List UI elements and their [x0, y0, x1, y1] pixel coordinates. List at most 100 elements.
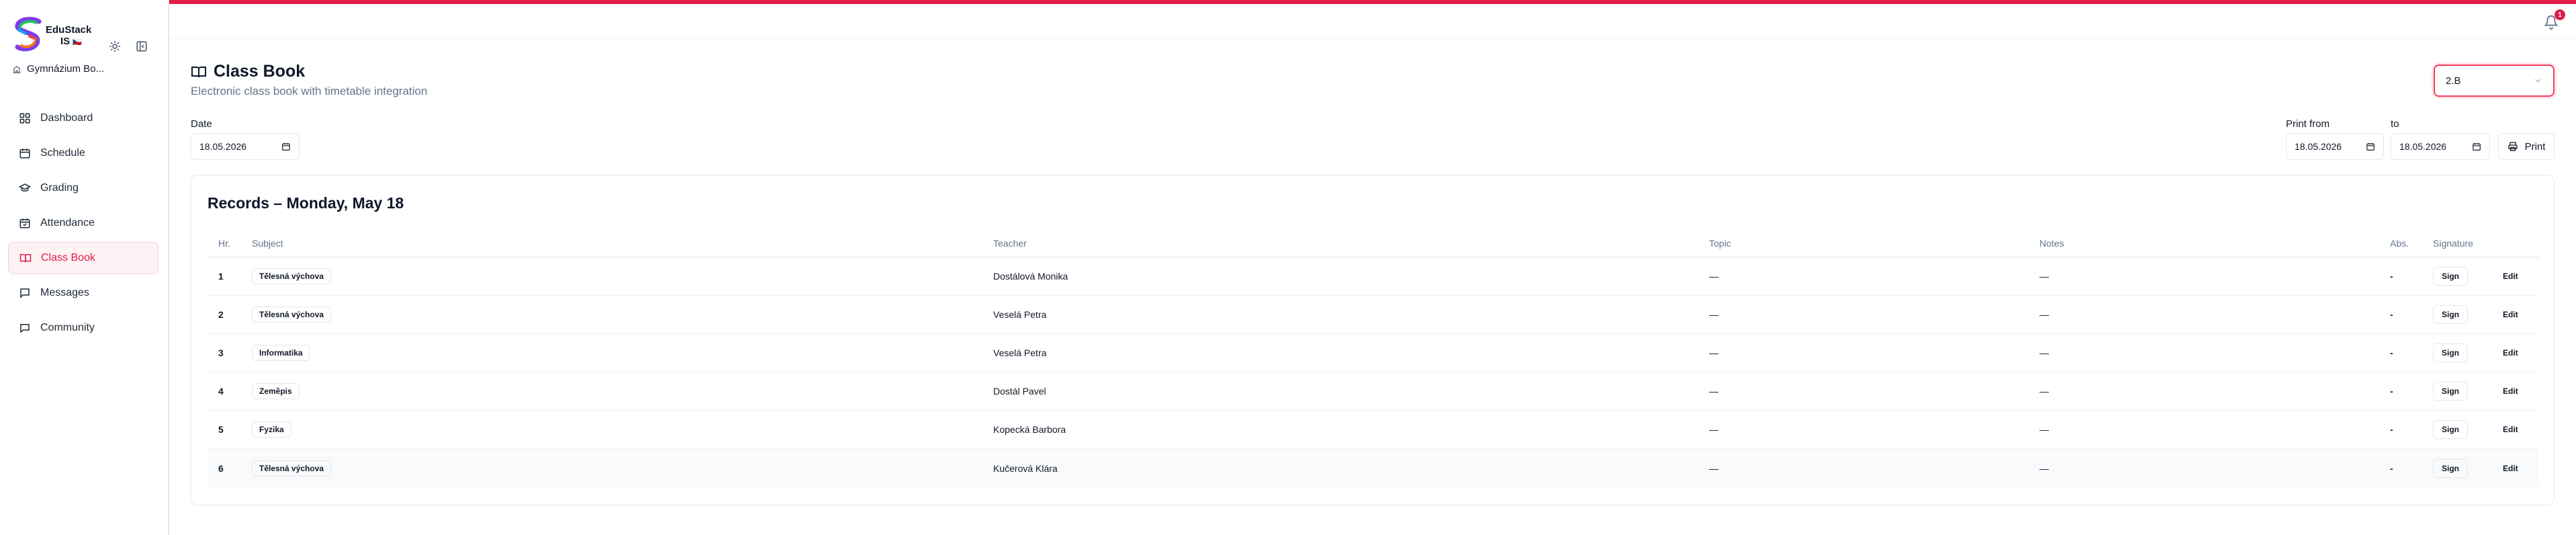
calendar-check-icon [19, 218, 30, 229]
cell-teacher: Dostál Pavel [993, 386, 1046, 397]
edit-button[interactable]: Edit [2497, 382, 2524, 400]
sign-button[interactable]: Sign [2433, 420, 2468, 439]
chevron-down-icon [2535, 79, 2540, 83]
print-from-value: 18.05.2026 [2295, 141, 2342, 152]
sidebar-item-dashboard[interactable]: Dashboard [8, 102, 158, 134]
page-subtitle: Electronic class book with timetable int… [191, 85, 428, 97]
notifications-button[interactable]: 1 [2543, 9, 2565, 32]
topbar: 1 [169, 4, 2576, 39]
cell-abs: - [2390, 309, 2393, 320]
date-input[interactable]: 18.05.2026 [191, 133, 300, 160]
subject-badge: Tělesná výchova [252, 268, 332, 284]
cell-abs: - [2390, 386, 2393, 397]
sidebar-item-label: Community [40, 322, 95, 333]
cell-abs: - [2390, 424, 2393, 435]
sidebar-item-community[interactable]: Community [8, 312, 158, 344]
cell-teacher: Veselá Petra [993, 309, 1047, 320]
message-icon [20, 288, 30, 298]
sidebar-item-label: Messages [40, 287, 89, 298]
brand-name: EduStack IS 🇨🇿 [46, 24, 91, 48]
sign-button[interactable]: Sign [2433, 382, 2468, 401]
calendar-icon [282, 142, 290, 151]
subject-badge: Zeměpis [252, 383, 300, 399]
sidebar-item-label: Schedule [40, 147, 85, 159]
school-name: Gymnázium Bo... [27, 63, 105, 75]
records-title: Records – Monday, May 18 [208, 194, 404, 212]
column-header-teacher: Teacher [993, 237, 1027, 249]
book-open-icon [19, 254, 32, 263]
cell-notes: — [2039, 424, 2049, 435]
sidebar-item-grading[interactable]: Grading [8, 172, 158, 204]
cell-hr: 4 [218, 386, 224, 397]
graduation-cap-icon [19, 183, 31, 192]
column-header-notes: Notes [2039, 237, 2064, 249]
print-from-input[interactable]: 18.05.2026 [2286, 133, 2384, 160]
column-header-hr: Hr. [218, 237, 230, 249]
page-title-text: Class Book [214, 62, 306, 81]
theme-toggle-sun-icon[interactable] [107, 39, 122, 54]
brand[interactable]: EduStack IS 🇨🇿 [12, 16, 106, 56]
table-row: 1 Tělesná výchova Dostálová Monika — — -… [208, 257, 2539, 296]
column-header-subject: Subject [252, 237, 283, 249]
notification-badge: 1 [2555, 9, 2565, 20]
sidebar-item-label: Dashboard [40, 112, 93, 124]
print-from-label: Print from [2286, 118, 2330, 130]
date-value: 18.05.2026 [199, 141, 247, 152]
print-to-input[interactable]: 18.05.2026 [2391, 133, 2490, 160]
records-card: Records – Monday, May 18 Hr. Subject Tea… [191, 175, 2555, 505]
cell-notes: — [2039, 386, 2049, 397]
subject-badge: Tělesná výchova [252, 460, 332, 477]
sidebar-item-label: Grading [40, 182, 79, 194]
cell-hr: 2 [218, 309, 224, 320]
print-label: Print [2524, 140, 2546, 153]
sign-button[interactable]: Sign [2433, 458, 2468, 478]
cell-topic: — [1709, 462, 1718, 474]
brand-name-line2: IS [60, 36, 71, 47]
school-building-icon [13, 65, 21, 73]
calendar-icon [2473, 142, 2481, 151]
cell-abs: - [2390, 271, 2393, 282]
message-circle-icon [20, 324, 30, 333]
cell-notes: — [2039, 309, 2049, 320]
cell-teacher: Kučerová Klára [993, 462, 1058, 474]
cell-hr: 1 [218, 271, 224, 282]
sidebar-item-label: Attendance [40, 217, 95, 229]
sidebar-item-schedule[interactable]: Schedule [8, 137, 158, 169]
dashboard-icon [19, 113, 30, 124]
school-selector[interactable]: Gymnázium Bo... [12, 63, 104, 75]
sidebar-collapse-icon[interactable] [134, 39, 149, 54]
print-to-value: 18.05.2026 [2399, 141, 2447, 152]
sign-button[interactable]: Sign [2433, 305, 2468, 324]
edustack-logo [15, 17, 42, 52]
date-label: Date [191, 118, 212, 130]
print-to-label: to [2391, 118, 2399, 130]
cell-abs: - [2390, 347, 2393, 358]
cell-topic: — [1709, 271, 1718, 282]
cell-teacher: Veselá Petra [993, 347, 1047, 358]
calendar-icon [2366, 142, 2375, 151]
sign-button[interactable]: Sign [2433, 343, 2468, 362]
page-title: Class Book [191, 62, 305, 81]
records-table: Hr. Subject Teacher Topic Notes Abs. Sig… [208, 229, 2539, 487]
edit-button[interactable]: Edit [2497, 306, 2524, 323]
sign-button[interactable]: Sign [2433, 267, 2468, 286]
cell-topic: — [1709, 309, 1718, 320]
edit-button[interactable]: Edit [2497, 344, 2524, 362]
column-header-signature: Signature [2433, 237, 2473, 249]
cell-teacher: Kopecká Barbora [993, 424, 1066, 435]
class-select[interactable]: 2.B [2434, 65, 2555, 97]
table-header: Hr. Subject Teacher Topic Notes Abs. Sig… [208, 229, 2539, 257]
subject-badge: Informatika [252, 345, 310, 361]
edit-button[interactable]: Edit [2497, 460, 2524, 477]
edit-button[interactable]: Edit [2497, 421, 2524, 438]
sidebar-item-messages[interactable]: Messages [8, 277, 158, 309]
edit-button[interactable]: Edit [2497, 268, 2524, 285]
cell-abs: - [2390, 462, 2393, 474]
class-select-value: 2.B [2446, 75, 2461, 87]
cell-notes: — [2039, 271, 2049, 282]
subject-badge: Fyzika [252, 421, 291, 438]
sidebar-item-attendance[interactable]: Attendance [8, 207, 158, 239]
sidebar-item-class-book[interactable]: Class Book [8, 242, 158, 274]
printer-icon [2508, 142, 2518, 151]
print-button[interactable]: Print [2498, 133, 2555, 160]
